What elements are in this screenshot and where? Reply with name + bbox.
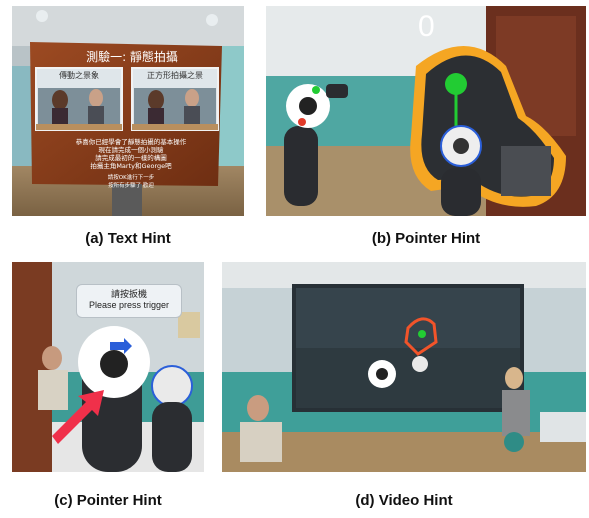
caption-b: (b) Pointer Hint bbox=[371, 230, 481, 247]
trigger-tooltip: 請按扳機 Please press trigger bbox=[76, 284, 182, 318]
caption-d: (d) Video Hint bbox=[355, 492, 453, 509]
tooltip-line-cn: 請按扳機 bbox=[110, 290, 147, 300]
tooltip-line-en: Please press trigger bbox=[88, 300, 170, 310]
body-line: 現在請完成一個小測驗 bbox=[98, 146, 164, 154]
footer-line: 按所有步驟了 歡迎 bbox=[108, 183, 154, 189]
left-controller[interactable] bbox=[284, 126, 318, 206]
cancel-icon bbox=[298, 118, 306, 126]
body-line: 恭喜你已經學會了靜態拍攝的基本操作 bbox=[75, 138, 187, 146]
board-title: 測驗一: 靜態拍攝 bbox=[86, 50, 178, 64]
secondary-controller-ring[interactable] bbox=[151, 365, 193, 407]
body-line: 拍攝主角Marty和George吧 bbox=[90, 162, 172, 170]
left-image-label: 傳動之景象 bbox=[59, 71, 99, 80]
panel-pointer-hint-c: 請按扳機 Please press trigger bbox=[12, 262, 204, 472]
confirm-icon bbox=[312, 86, 320, 94]
pointer-ball bbox=[445, 73, 467, 95]
counter: 0 bbox=[418, 10, 435, 43]
panel-video-hint bbox=[222, 262, 586, 472]
panel-d-scene bbox=[222, 262, 586, 472]
caption-a: (a) Text Hint bbox=[85, 230, 171, 247]
right-image-label: 正方形拍攝之景 bbox=[147, 71, 203, 80]
panel-pointer-hint-b: 0 bbox=[266, 6, 586, 216]
body-line: 請完成最初的一樣的構圖 bbox=[95, 154, 167, 162]
panel-text-hint: 測驗一: 靜態拍攝 傳動之景象 正方形拍攝之景 恭喜你已經學會了靜態拍攝的基本操… bbox=[12, 6, 244, 216]
caption-c: (c) Pointer Hint bbox=[54, 492, 162, 509]
footer-line: 請按OK進行下一步 bbox=[107, 175, 155, 181]
board-body: 恭喜你已經學會了靜態拍攝的基本操作 現在請完成一個小測驗 請完成最初的一樣的構圖… bbox=[48, 138, 214, 190]
